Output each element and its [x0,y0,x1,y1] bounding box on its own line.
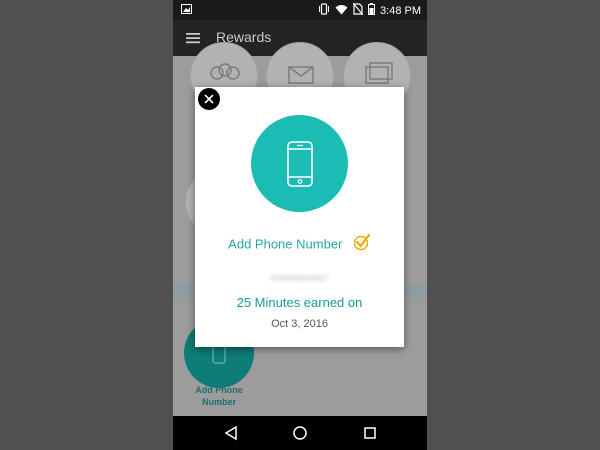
checkmark-icon [353,233,371,256]
dialog-title: Add Phone Number [228,236,343,252]
battery-icon [368,3,376,18]
vibrate-icon [318,3,330,18]
earned-date: Oct 3, 2016 [271,318,328,330]
close-icon [204,94,214,104]
reward-dialog: Add Phone Number 9780580604627 25 Minute… [195,87,404,347]
close-button[interactable] [198,88,220,110]
home-icon[interactable] [292,425,308,441]
status-bar: 3:48 PM [173,0,427,20]
phone-number: 9780580604627 [270,274,329,283]
add-phone-tile-label: Add Phone Number [195,385,243,407]
back-icon[interactable] [223,425,239,441]
status-time: 3:48 PM [380,4,421,17]
dialog-title-row: Add Phone Number [195,233,404,256]
status-icons: 3:48 PM [318,2,421,18]
no-sim-icon [352,2,364,18]
smartphone-icon [286,140,313,187]
navigation-bar [173,416,427,450]
earned-text: 25 Minutes earned on [236,295,363,310]
phone-icon-circle [251,115,348,212]
wifi-icon [335,4,348,18]
image-icon [181,4,192,17]
recents-icon[interactable] [362,425,378,441]
